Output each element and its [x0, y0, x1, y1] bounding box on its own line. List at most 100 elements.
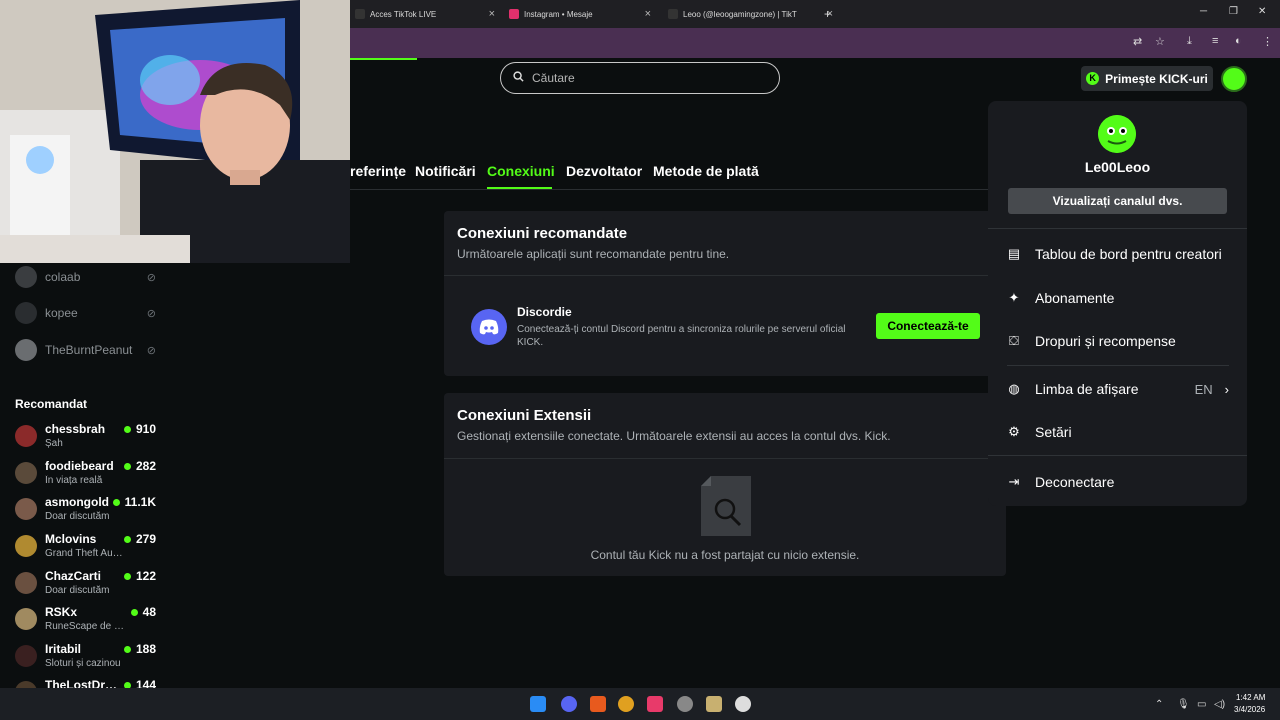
- minimize-button[interactable]: ─: [1200, 6, 1207, 17]
- close-window-button[interactable]: ✕: [1258, 6, 1266, 17]
- channel-name: Mclovins: [45, 532, 97, 546]
- recommended-channel[interactable]: foodiebeard În viața reală 282: [15, 458, 160, 490]
- menu-avatar: [1098, 115, 1136, 153]
- media-icon[interactable]: ≡: [1212, 35, 1218, 47]
- chrome-icon[interactable]: [618, 696, 634, 712]
- kick-coin-icon: K: [1086, 72, 1100, 85]
- tab-connections[interactable]: Conexiuni: [487, 163, 555, 179]
- discord-icon: [471, 309, 507, 345]
- game-icon[interactable]: [706, 696, 722, 712]
- view-channel-button[interactable]: Vizualizați canalul dvs.: [1008, 188, 1227, 214]
- recommended-channel[interactable]: chessbrah Șah 910: [15, 421, 160, 453]
- channel-category: În viața reală: [45, 475, 103, 486]
- menu-item-logout[interactable]: ⇥ Deconectare: [1007, 471, 1229, 493]
- tab-developer[interactable]: Dezvoltator: [566, 163, 642, 179]
- user-dropdown-menu: Le00Leoo Vizualizați canalul dvs. ▤ Tabl…: [988, 101, 1247, 506]
- language-value: EN: [1194, 381, 1213, 397]
- menu-item-label: Limba de afișare: [1035, 381, 1139, 397]
- recommended-channel[interactable]: Mclovins Grand Theft Auto V 279: [15, 531, 160, 563]
- sidebar-following-item[interactable]: colaab ⊘: [15, 265, 160, 289]
- avatar: [15, 339, 37, 361]
- channel-name: colaab: [45, 270, 81, 284]
- menu-item-creator-dashboard[interactable]: ▤ Tablou de bord pentru creatori: [1007, 243, 1229, 265]
- live-dot-icon: [130, 608, 138, 616]
- tab-notifications[interactable]: Notificări: [415, 163, 476, 179]
- bookmark-star-icon[interactable]: ☆: [1155, 35, 1165, 48]
- sidebar-following-item[interactable]: kopee ⊘: [15, 301, 160, 325]
- live-dot-icon: [123, 645, 131, 653]
- divider: [988, 228, 1247, 229]
- obs-icon[interactable]: [677, 696, 693, 712]
- close-tab-icon[interactable]: ×: [645, 8, 651, 20]
- menu-item-label: Abonamente: [1035, 290, 1115, 306]
- sidebar-following-item[interactable]: TheBurntPeanut ⊘: [15, 338, 160, 362]
- discord-title: Discordie: [517, 305, 572, 319]
- download-icon[interactable]: ⤓: [1187, 35, 1192, 48]
- offline-icon: ⊘: [146, 307, 156, 320]
- menu-item-subscriptions[interactable]: ✦ Abonamente: [1007, 287, 1229, 309]
- menu-item-display-language[interactable]: ◍ Limba de afișare EN ›: [1007, 378, 1229, 400]
- windows-start-icon[interactable]: [530, 696, 546, 712]
- get-kicks-button[interactable]: K Primește KICK-uri: [1081, 66, 1213, 91]
- avatar: [15, 681, 37, 688]
- active-tab-indicator: [487, 187, 552, 189]
- viewer-count: 48: [130, 605, 156, 619]
- viewer-count: 910: [123, 422, 156, 436]
- maximize-button[interactable]: ❐: [1229, 6, 1238, 17]
- webcam-overlay: [0, 0, 350, 263]
- browser-tab[interactable]: Acces TikTok LIVE ×: [355, 4, 495, 24]
- menu-item-label: Tablou de bord pentru creatori: [1035, 246, 1222, 262]
- live-dot-icon: [112, 498, 120, 506]
- recommended-connections-card: Conexiuni recomandate Următoarele aplica…: [444, 211, 1006, 376]
- empty-file-search-icon: [701, 476, 751, 536]
- menu-username: Le00Leoo: [1084, 159, 1151, 175]
- browser-tab[interactable]: Instagram • Mesaje ×: [509, 4, 651, 24]
- recommended-channel[interactable]: ChazCarti Doar discutăm 122: [15, 568, 160, 600]
- menu-item-drops[interactable]: ⛋ Dropuri și recompense: [1007, 330, 1229, 352]
- channel-category: RuneScape de Modă Veche: [45, 621, 125, 632]
- viewer-count-value: 282: [135, 459, 156, 473]
- divider: [1007, 365, 1229, 366]
- recommended-channel[interactable]: Iritabil Sloturi și cazinou 188: [15, 641, 160, 673]
- recommended-channel[interactable]: TheLostDrone 144: [15, 677, 160, 688]
- browser-tab[interactable]: Leoo (@leoogamingzone) | TikT ×: [668, 4, 833, 24]
- menu-item-settings[interactable]: ⚙ Setări: [1007, 421, 1229, 443]
- profile-icon[interactable]: ◐: [1235, 35, 1242, 47]
- search-input[interactable]: Căutare: [500, 62, 780, 94]
- recommended-channel[interactable]: asmongold Doar discutăm 11.1K: [15, 494, 160, 526]
- divider: [444, 458, 1006, 459]
- viewer-count-value: 122: [135, 569, 156, 583]
- loading-bar: [350, 58, 417, 60]
- tiktok-icon: [355, 9, 365, 19]
- viewer-count: 282: [123, 459, 156, 473]
- microphone-icon[interactable]: 🎙: [1177, 699, 1190, 710]
- tab-payment-methods[interactable]: Metode de plată: [653, 163, 759, 179]
- avatar: [15, 572, 37, 594]
- clock-date[interactable]: 3/4/2026: [1234, 705, 1265, 714]
- avatar: [15, 498, 37, 520]
- channel-name: TheLostDrone: [45, 678, 117, 688]
- new-tab-button[interactable]: +: [824, 4, 838, 24]
- tiktok-taskbar-icon[interactable]: [647, 696, 663, 712]
- tab-preferences[interactable]: referințe: [350, 163, 406, 179]
- clock-time[interactable]: 1:42 AM: [1236, 693, 1265, 702]
- tray-chevron-icon[interactable]: ⌃: [1155, 699, 1163, 710]
- extension-connections-card: Conexiuni Extensii Gestionați extensiile…: [444, 393, 1006, 576]
- volume-icon[interactable]: ◁): [1214, 699, 1225, 710]
- discord-taskbar-icon[interactable]: [561, 696, 577, 712]
- card-title: Conexiuni Extensii: [457, 407, 592, 424]
- streaming-app-icon[interactable]: [590, 696, 606, 712]
- user-avatar[interactable]: [1221, 66, 1247, 92]
- app-icon[interactable]: [735, 696, 751, 712]
- more-menu-icon[interactable]: ⋮: [1262, 35, 1273, 48]
- channel-name: asmongold: [45, 495, 110, 509]
- channel-category: Grand Theft Auto V: [45, 548, 125, 559]
- translate-icon[interactable]: ⇄: [1133, 35, 1142, 48]
- recommended-channel[interactable]: RSKx RuneScape de Modă Veche 48: [15, 604, 160, 636]
- close-tab-icon[interactable]: ×: [489, 8, 495, 20]
- tab-title: Instagram • Mesaje: [524, 9, 593, 19]
- channel-name: foodiebeard: [45, 459, 114, 473]
- network-icon[interactable]: ▭: [1197, 699, 1206, 710]
- dashboard-icon: ▤: [1007, 246, 1021, 261]
- connect-button[interactable]: Conectează-te: [876, 313, 980, 339]
